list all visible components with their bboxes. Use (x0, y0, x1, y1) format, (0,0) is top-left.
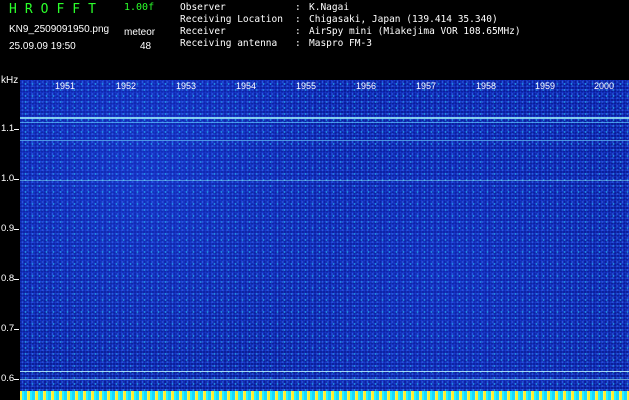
freq-tick (14, 229, 19, 230)
time-label: 1958 (476, 81, 497, 91)
freq-tick (14, 279, 19, 280)
noise-texture (20, 80, 629, 400)
info-value: AirSpy mini (Miakejima VOR 108.65MHz) (309, 26, 521, 37)
time-label: 1959 (535, 81, 556, 91)
freq-label: 0.9 (1, 223, 15, 234)
time-label: 1951 (55, 81, 76, 91)
time-label: 1953 (176, 81, 197, 91)
version-label: 1.00f (124, 2, 155, 13)
info-value: K.Nagai (309, 2, 350, 13)
freq-tick (14, 329, 19, 330)
info-key: Receiving antenna (180, 38, 278, 49)
time-label: 1956 (356, 81, 377, 91)
info-row-receiver: Receiver : AirSpy mini (Miakejima VOR 10… (180, 26, 521, 38)
carrier-line (20, 180, 629, 181)
info-row-antenna: Receiving antenna : Maspro FM-3 (180, 38, 521, 50)
info-separator: : (295, 38, 301, 49)
mode-value: 48 (140, 41, 152, 52)
datetime-label: 25.09.09 19:50 (9, 41, 76, 52)
freq-tick (14, 379, 19, 380)
freq-tick (14, 129, 19, 130)
info-key: Receiver (180, 26, 226, 37)
time-label: 1954 (236, 81, 257, 91)
info-key: Receiving Location (180, 14, 283, 25)
time-label: 1957 (416, 81, 437, 91)
reference-line (20, 379, 629, 380)
mode-label: meteor (124, 27, 156, 38)
info-value: Chigasaki, Japan (139.414 35.340) (309, 14, 498, 25)
freq-label: 1.1 (1, 123, 15, 134)
signal-strength-strip (20, 391, 629, 400)
info-separator: : (295, 14, 301, 25)
carrier-line (20, 117, 629, 119)
spectrogram-waterfall (20, 80, 629, 400)
freq-label: 0.7 (1, 323, 15, 334)
carrier-line (20, 122, 629, 123)
carrier-line (20, 140, 629, 141)
info-separator: : (295, 26, 301, 37)
header-panel: HROFFT 1.00f KN9_2509091950.png 25.09.09… (0, 0, 629, 76)
info-row-location: Receiving Location : Chigasaki, Japan (1… (180, 14, 521, 26)
info-separator: : (295, 2, 301, 13)
station-info: Observer : K.Nagai Receiving Location : … (180, 2, 521, 50)
freq-label: 0.6 (1, 373, 15, 384)
app-title: HROFFT (9, 2, 104, 17)
freq-label: 0.8 (1, 273, 15, 284)
time-label: 2000 (594, 81, 615, 91)
reference-line (20, 371, 629, 372)
info-key: Observer (180, 2, 226, 13)
frequency-unit-label: kHz (1, 75, 19, 86)
info-value: Maspro FM-3 (309, 38, 372, 49)
info-row-observer: Observer : K.Nagai (180, 2, 521, 14)
time-label: 1952 (116, 81, 137, 91)
freq-label: 1.0 (1, 173, 15, 184)
time-label: 1955 (296, 81, 317, 91)
filename-label: KN9_2509091950.png (9, 24, 110, 35)
freq-tick (14, 179, 19, 180)
